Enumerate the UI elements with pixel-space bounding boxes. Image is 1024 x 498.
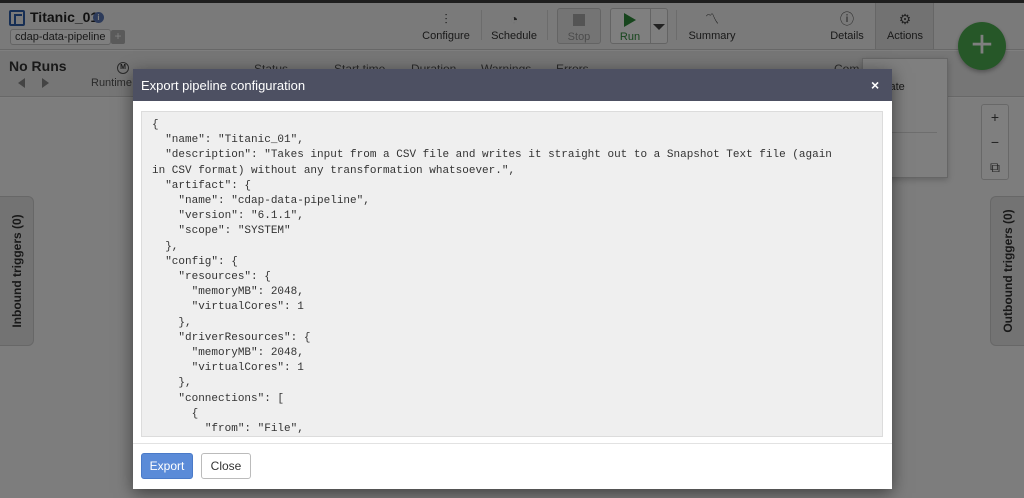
modal-header: Export pipeline configuration × [133,69,892,101]
export-config-modal: Export pipeline configuration × { "name"… [133,69,892,489]
modal-title: Export pipeline configuration [141,78,306,93]
json-config-viewer[interactable]: { "name": "Titanic_01", "description": "… [141,111,883,437]
json-config-text: { "name": "Titanic_01", "description": "… [152,119,832,436]
close-icon[interactable]: × [871,77,879,93]
close-button[interactable]: Close [201,453,251,479]
export-button[interactable]: Export [141,453,193,479]
modal-footer-divider [133,443,892,444]
